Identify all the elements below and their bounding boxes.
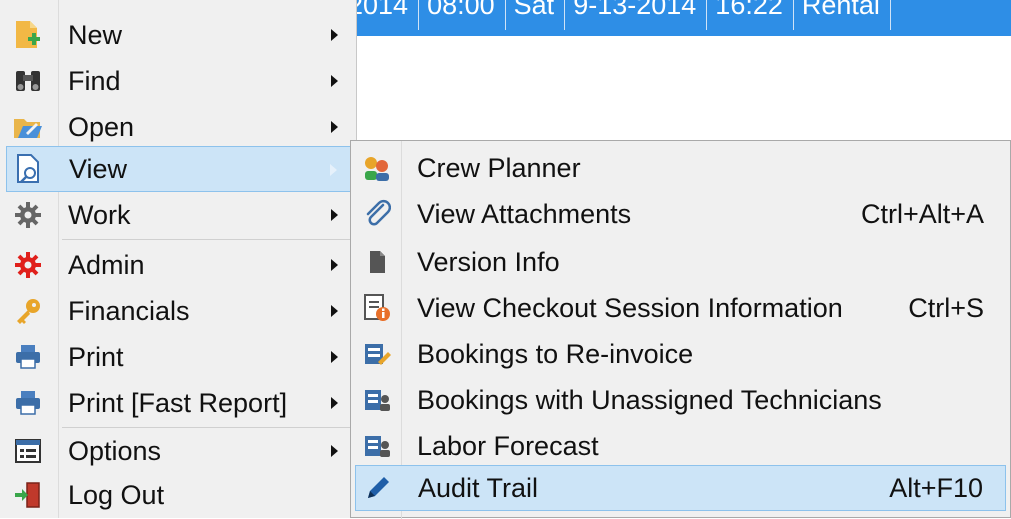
submenu-item-label: View Checkout Session Information [417, 293, 843, 323]
key-icon [8, 291, 48, 331]
printer-icon [8, 383, 48, 423]
submenu-item-view-checkout-session[interactable]: View Checkout Session Information Ctrl+S [355, 285, 1006, 331]
menu-item-label: View [69, 154, 128, 184]
menu-item-label: Admin [68, 250, 145, 280]
cell-day: Sat [506, 0, 566, 30]
submenu-item-bookings-unassigned-technicians[interactable]: Bookings with Unassigned Technicians [355, 377, 1006, 423]
submenu-item-label: Audit Trail [418, 473, 539, 503]
menu-item-find[interactable]: Find [6, 58, 352, 104]
submenu-arrow-icon [331, 209, 338, 221]
submenu-arrow-icon [331, 397, 338, 409]
submenu-item-label: Crew Planner [417, 153, 581, 183]
menu-item-label: Print [Fast Report] [68, 388, 288, 418]
menu-item-open[interactable]: Open [6, 104, 352, 150]
gear-icon [8, 195, 48, 235]
crew-icon [357, 148, 397, 188]
menu-item-label: Find [68, 66, 121, 96]
menu-item-log-out[interactable]: Log Out [6, 472, 352, 518]
logout-door-icon [8, 475, 48, 515]
submenu-item-label: View Attachments [417, 199, 632, 229]
menu-separator [62, 239, 352, 240]
shortcut-label: Ctrl+S [908, 293, 984, 323]
submenu-item-view-attachments[interactable]: View Attachments Ctrl+Alt+A [355, 191, 1006, 237]
cell-time-start: 08:00 [419, 0, 506, 30]
shortcut-label: Ctrl+Alt+A [860, 199, 984, 229]
submenu-item-crew-planner[interactable]: Crew Planner [355, 145, 1006, 191]
submenu-item-version-info[interactable]: Version Info [355, 239, 1006, 285]
submenu-item-label: Bookings to Re-invoice [417, 339, 694, 369]
main-menu: New Find Open View Work Admin Financials… [0, 0, 357, 518]
menu-item-label: Open [68, 112, 135, 142]
submenu-arrow-icon [331, 29, 338, 41]
cell-type: Rental [794, 0, 891, 30]
submenu-arrow-icon [331, 259, 338, 271]
version-info-icon [357, 242, 397, 282]
new-document-icon [8, 15, 48, 55]
menu-item-view[interactable]: View [6, 146, 352, 192]
submenu-item-bookings-reinvoice[interactable]: Bookings to Re-invoice [355, 331, 1006, 377]
open-folder-icon [8, 107, 48, 147]
menu-item-label: Financials [68, 296, 190, 326]
cell-date: 9-13-2014 [565, 0, 708, 30]
menu-item-label: Options [68, 436, 162, 466]
submenu-item-label: Labor Forecast [417, 431, 599, 461]
submenu-arrow-icon [331, 445, 338, 457]
cell-time-end: 16:22 [707, 0, 794, 30]
submenu-item-labor-forecast[interactable]: Labor Forecast [355, 423, 1006, 469]
submenu-arrow-icon [331, 75, 338, 87]
submenu-arrow-icon [331, 351, 338, 363]
menu-item-label: New [68, 20, 123, 50]
reinvoice-icon [357, 334, 397, 374]
menu-item-label: Print [68, 342, 124, 372]
submenu-arrow-icon [331, 305, 338, 317]
binoculars-icon [8, 61, 48, 101]
submenu-item-label: Version Info [417, 247, 560, 277]
menu-item-label: Work [68, 200, 131, 230]
menu-item-financials[interactable]: Financials [6, 288, 352, 334]
menu-item-options[interactable]: Options [6, 428, 352, 474]
submenu-arrow-icon [331, 121, 338, 133]
technicians-icon [357, 380, 397, 420]
submenu-item-label: Bookings with Unassigned Technicians [417, 385, 882, 415]
menu-item-new[interactable]: New [6, 12, 352, 58]
background-selected-row[interactable]: 2014 08:00 Sat 9-13-2014 16:22 Rental [340, 0, 1011, 36]
info-document-icon [357, 288, 397, 328]
view-document-icon [9, 149, 49, 189]
menu-item-print[interactable]: Print [6, 334, 352, 380]
menu-item-label: Log Out [68, 480, 165, 510]
view-submenu: Crew Planner View Attachments Ctrl+Alt+A… [350, 140, 1011, 519]
printer-icon [8, 337, 48, 377]
options-icon [8, 431, 48, 471]
submenu-item-audit-trail[interactable]: Audit Trail Alt+F10 [355, 465, 1006, 511]
menu-item-print-fast-report[interactable]: Print [Fast Report] [6, 380, 352, 426]
menu-item-work[interactable]: Work [6, 192, 352, 238]
paperclip-icon [357, 194, 397, 234]
shortcut-label: Alt+F10 [889, 473, 983, 503]
menu-item-admin[interactable]: Admin [6, 242, 352, 288]
labor-forecast-icon [357, 426, 397, 466]
admin-gear-icon [8, 245, 48, 285]
pencil-icon [358, 468, 398, 508]
submenu-arrow-icon [330, 164, 337, 176]
